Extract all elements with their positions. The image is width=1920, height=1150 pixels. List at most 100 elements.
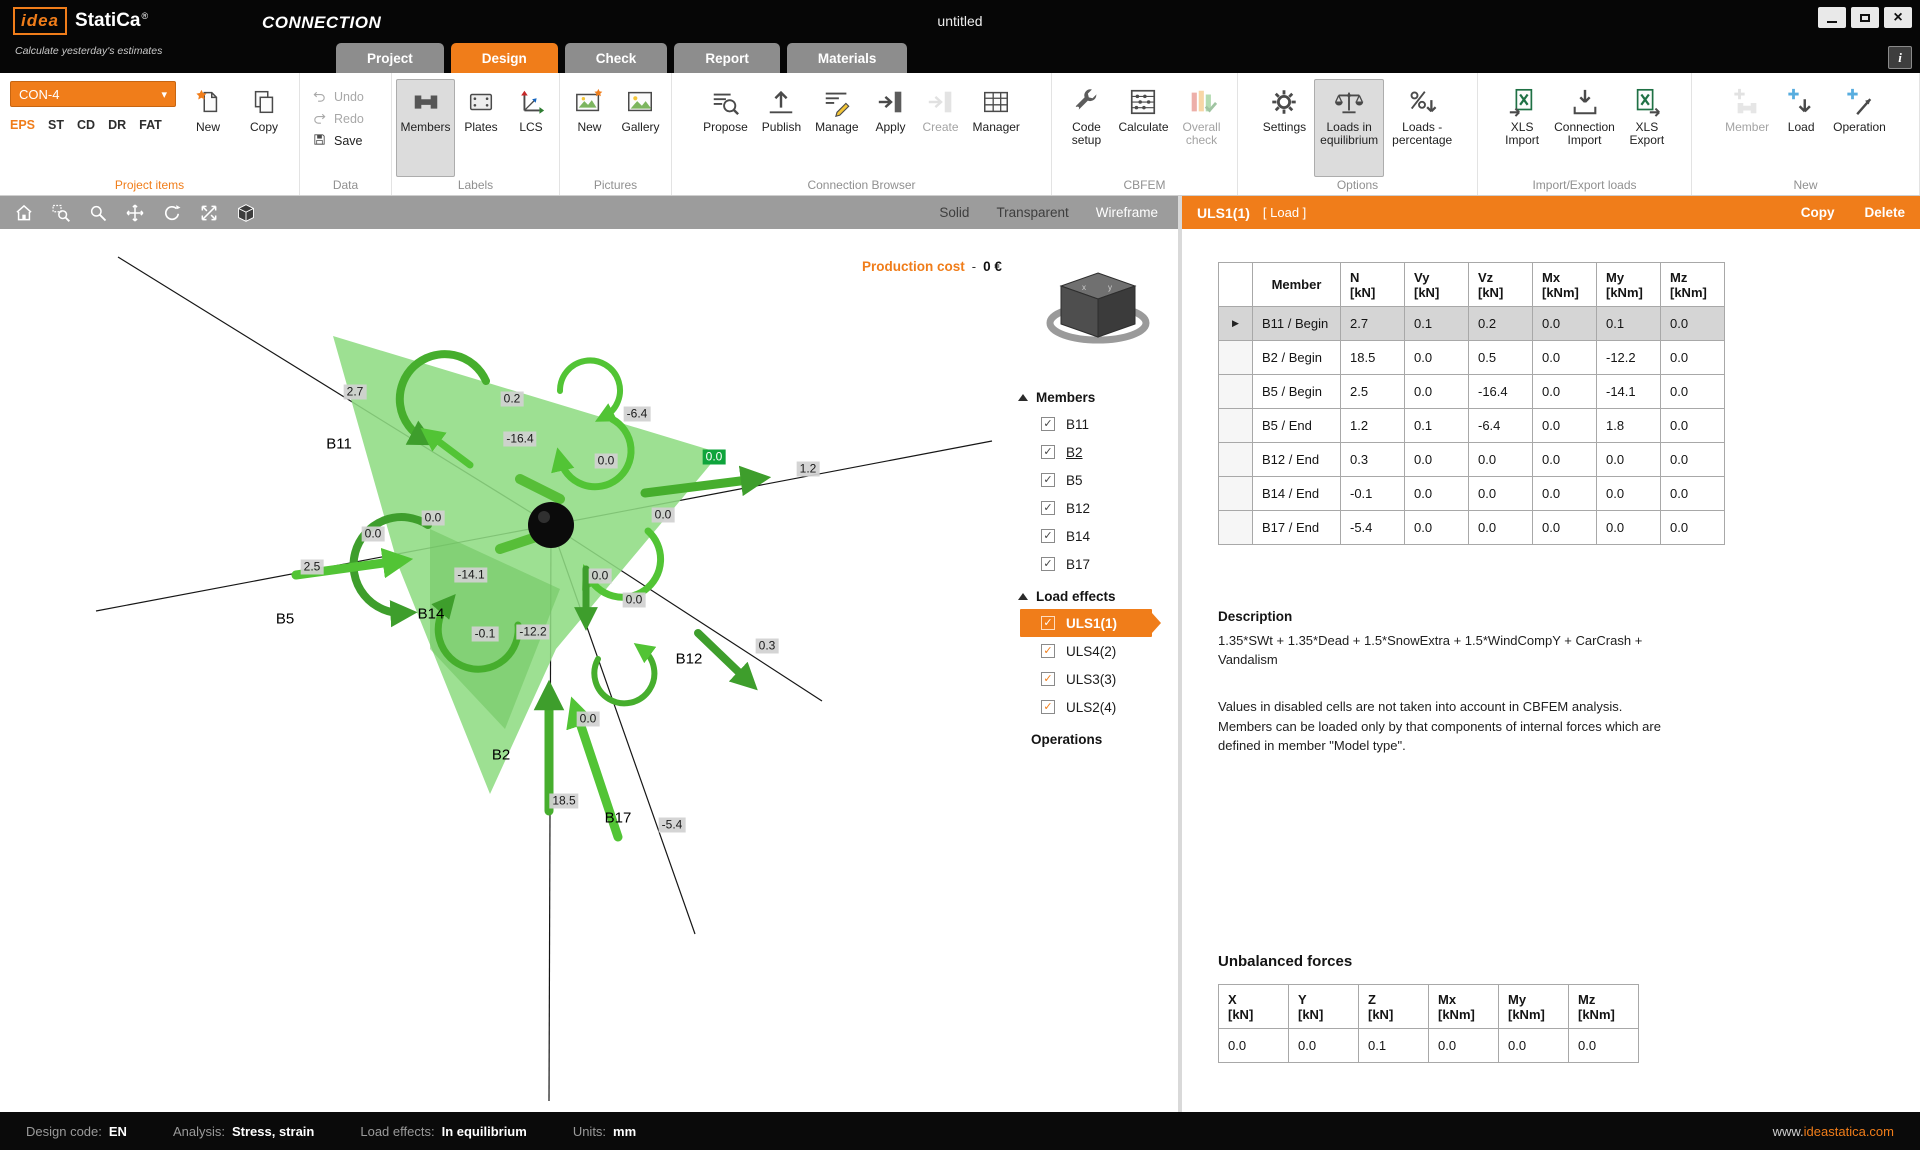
force-value-cell[interactable]: -14.1 — [1597, 375, 1661, 409]
ribbon-button-save[interactable]: Save — [312, 132, 379, 150]
force-value-cell[interactable]: 0.0 — [1533, 307, 1597, 341]
tree-item-b17[interactable]: ✓B17 — [1018, 550, 1170, 578]
ribbon-button-apply[interactable]: Apply — [867, 79, 915, 177]
tab-report[interactable]: Report — [674, 43, 780, 73]
ribbon-button-members[interactable]: Members — [396, 79, 455, 177]
column-header-mz[interactable]: Mz[kNm] — [1661, 263, 1725, 307]
delete-load-button[interactable]: Delete — [1864, 205, 1905, 220]
checkbox-uls2-4[interactable]: ✓ — [1041, 700, 1055, 714]
row-selector[interactable] — [1219, 477, 1253, 511]
force-value-cell[interactable]: 0.3 — [1341, 443, 1405, 477]
maximize-button[interactable] — [1851, 7, 1879, 28]
ribbon-button-manager[interactable]: Manager — [967, 79, 1026, 177]
checkbox-b5[interactable]: ✓ — [1041, 473, 1055, 487]
force-value-cell[interactable]: 0.0 — [1533, 443, 1597, 477]
checkbox-b12[interactable]: ✓ — [1041, 501, 1055, 515]
ribbon-button-load[interactable]: Load — [1777, 79, 1825, 177]
force-value-cell[interactable]: 0.0 — [1597, 511, 1661, 545]
tree-section-members[interactable]: Members — [1018, 390, 1170, 405]
close-button[interactable]: × — [1884, 7, 1912, 28]
tree-item-uls4-2[interactable]: ✓ULS4(2) — [1018, 637, 1170, 665]
column-header-my[interactable]: My[kNm] — [1597, 263, 1661, 307]
analysis-type-dr[interactable]: DR — [108, 118, 126, 132]
ribbon-button-lcs[interactable]: LCS — [507, 79, 555, 177]
analysis-type-st[interactable]: ST — [48, 118, 64, 132]
column-header-member[interactable]: Member — [1253, 263, 1341, 307]
force-value-cell[interactable]: 0.0 — [1661, 443, 1725, 477]
forces-row-b17-end[interactable]: B17 / End-5.40.00.00.00.00.0 — [1219, 511, 1725, 545]
checkbox-b17[interactable]: ✓ — [1041, 557, 1055, 571]
force-value-cell[interactable]: 18.5 — [1341, 341, 1405, 375]
tree-item-uls3-3[interactable]: ✓ULS3(3) — [1018, 665, 1170, 693]
navigation-cube[interactable]: x y — [1038, 265, 1158, 360]
view-mode-solid[interactable]: Solid — [939, 205, 969, 220]
tab-materials[interactable]: Materials — [787, 43, 908, 73]
ribbon-button-overall-check[interactable]: Overall check — [1177, 79, 1227, 177]
ribbon-button-manage[interactable]: Manage — [809, 79, 864, 177]
ribbon-button-new[interactable]: New — [565, 79, 613, 177]
home-icon[interactable] — [14, 203, 34, 223]
force-value-cell[interactable]: 0.5 — [1469, 341, 1533, 375]
force-value-cell[interactable]: 0.1 — [1405, 307, 1469, 341]
force-value-cell[interactable]: 0.0 — [1533, 341, 1597, 375]
force-value-cell[interactable]: 0.0 — [1405, 477, 1469, 511]
zoom-window-icon[interactable] — [51, 203, 71, 223]
forces-row-b12-end[interactable]: B12 / End0.30.00.00.00.00.0 — [1219, 443, 1725, 477]
forces-row-b5-begin[interactable]: B5 / Begin2.50.0-16.40.0-14.10.0 — [1219, 375, 1725, 409]
box3d-icon[interactable] — [236, 203, 256, 223]
checkbox-b2[interactable]: ✓ — [1041, 445, 1055, 459]
ribbon-button-operation[interactable]: Operation — [1827, 79, 1892, 177]
force-value-cell[interactable]: -16.4 — [1469, 375, 1533, 409]
tree-item-uls1-1[interactable]: ✓ULS1(1) — [1020, 609, 1152, 637]
row-selector[interactable]: ▶ — [1219, 307, 1253, 341]
forces-row-b11-begin[interactable]: ▶B11 / Begin2.70.10.20.00.10.0 — [1219, 307, 1725, 341]
force-value-cell[interactable]: 0.0 — [1597, 477, 1661, 511]
tree-item-b5[interactable]: ✓B5 — [1018, 466, 1170, 494]
force-value-cell[interactable]: 0.0 — [1533, 511, 1597, 545]
analysis-type-cd[interactable]: CD — [77, 118, 95, 132]
ribbon-button-loads-in-equilibrium[interactable]: Loads in equilibrium — [1314, 79, 1384, 177]
column-header-n[interactable]: N[kN] — [1341, 263, 1405, 307]
tree-section-load-effects[interactable]: Load effects — [1018, 589, 1170, 604]
force-value-cell[interactable]: 1.8 — [1597, 409, 1661, 443]
ribbon-button-copy[interactable]: Copy — [240, 79, 288, 137]
force-value-cell[interactable]: 0.0 — [1661, 341, 1725, 375]
checkbox-b14[interactable]: ✓ — [1041, 529, 1055, 543]
tree-item-b11[interactable]: ✓B11 — [1018, 410, 1170, 438]
checkbox-uls3-3[interactable]: ✓ — [1041, 672, 1055, 686]
fit-icon[interactable] — [199, 203, 219, 223]
row-selector[interactable] — [1219, 443, 1253, 477]
zoom-icon[interactable] — [88, 203, 108, 223]
tab-design[interactable]: Design — [451, 43, 558, 73]
view-mode-wireframe[interactable]: Wireframe — [1096, 205, 1158, 220]
checkbox-uls1-1[interactable]: ✓ — [1041, 616, 1055, 630]
minimize-button[interactable] — [1818, 7, 1846, 28]
ribbon-button-propose[interactable]: Propose — [697, 79, 754, 177]
force-value-cell[interactable]: 2.5 — [1341, 375, 1405, 409]
force-value-cell[interactable]: 0.0 — [1533, 409, 1597, 443]
ribbon-button-calculate[interactable]: Calculate — [1112, 79, 1174, 177]
ribbon-button-new[interactable]: New — [184, 79, 232, 137]
forces-row-b5-end[interactable]: B5 / End1.20.1-6.40.01.80.0 — [1219, 409, 1725, 443]
column-header-mx[interactable]: Mx[kNm] — [1533, 263, 1597, 307]
force-value-cell[interactable]: 0.0 — [1405, 443, 1469, 477]
force-value-cell[interactable]: -12.2 — [1597, 341, 1661, 375]
force-value-cell[interactable]: 0.0 — [1405, 375, 1469, 409]
ribbon-button-publish[interactable]: Publish — [756, 79, 807, 177]
force-value-cell[interactable]: 0.0 — [1661, 409, 1725, 443]
force-value-cell[interactable]: 2.7 — [1341, 307, 1405, 341]
force-value-cell[interactable]: 0.0 — [1469, 511, 1533, 545]
column-header-vz[interactable]: Vz[kN] — [1469, 263, 1533, 307]
force-value-cell[interactable]: 0.0 — [1661, 477, 1725, 511]
force-value-cell[interactable]: -0.1 — [1341, 477, 1405, 511]
force-value-cell[interactable]: 0.1 — [1405, 409, 1469, 443]
force-value-cell[interactable]: 0.0 — [1661, 511, 1725, 545]
tree-item-uls2-4[interactable]: ✓ULS2(4) — [1018, 693, 1170, 721]
force-value-cell[interactable]: 0.0 — [1405, 511, 1469, 545]
force-value-cell[interactable]: -6.4 — [1469, 409, 1533, 443]
force-value-cell[interactable]: 0.0 — [1469, 443, 1533, 477]
viewport-3d[interactable]: 2.70.2-6.4-16.40.00.01.20.00.00.02.5-14.… — [0, 229, 1178, 1112]
tree-item-b12[interactable]: ✓B12 — [1018, 494, 1170, 522]
pan-icon[interactable] — [125, 203, 145, 223]
force-value-cell[interactable]: 0.0 — [1533, 375, 1597, 409]
